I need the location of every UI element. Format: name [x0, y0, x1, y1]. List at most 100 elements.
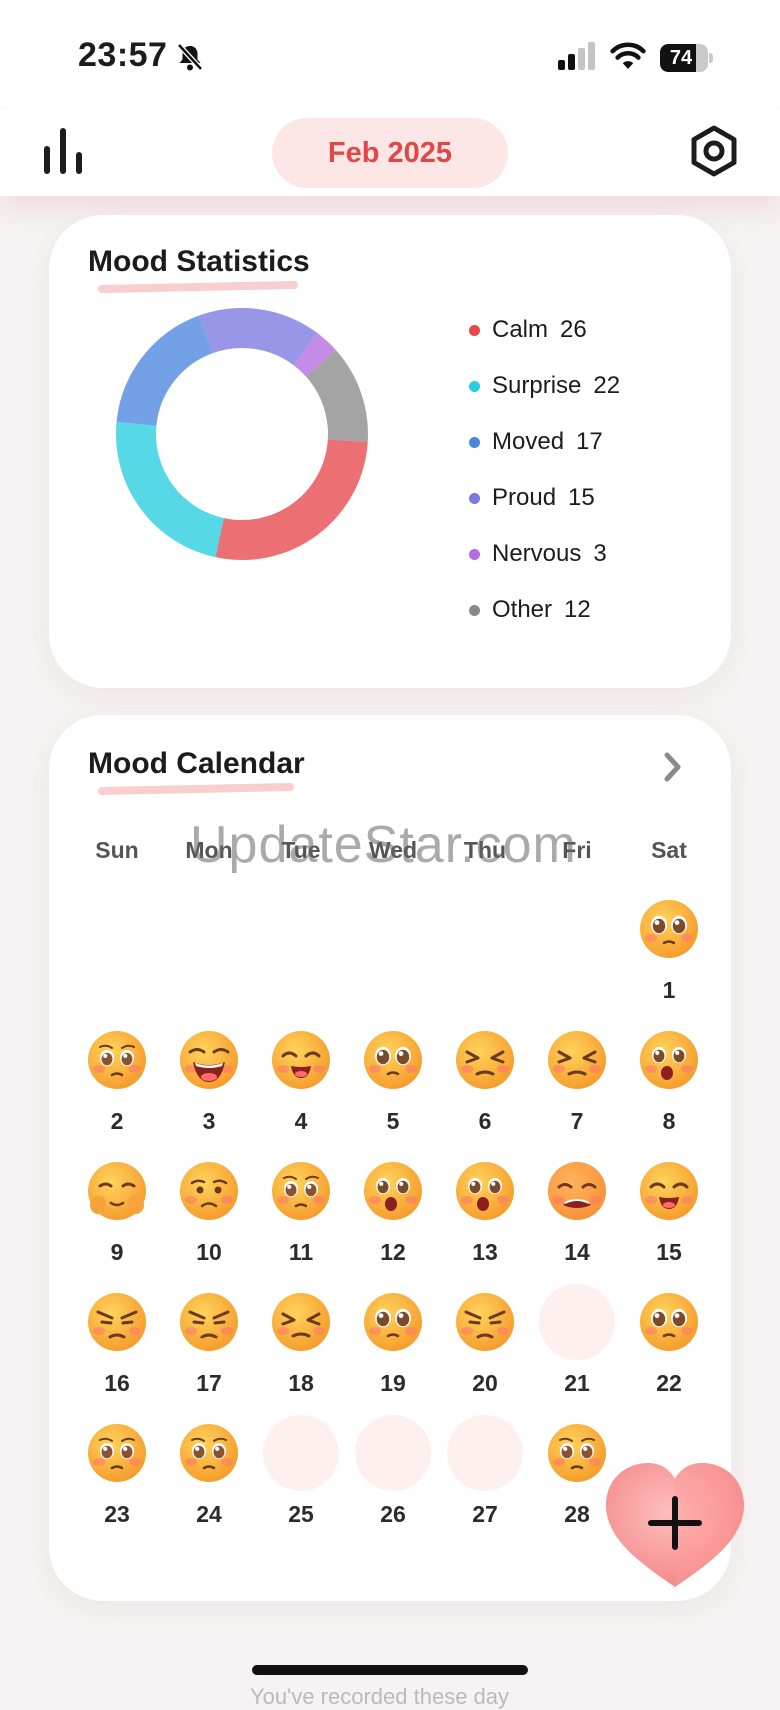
settings-icon[interactable]: [688, 125, 740, 177]
legend-label: Moved: [492, 428, 565, 455]
legend-count: 12: [564, 596, 591, 623]
title-underline: [97, 280, 299, 294]
calendar-day[interactable]: 4: [255, 1028, 347, 1148]
calendar-day[interactable]: 10: [163, 1159, 255, 1279]
legend-count: 17: [576, 428, 603, 455]
legend-dot: [469, 324, 480, 336]
calendar-day[interactable]: 15: [623, 1159, 715, 1279]
day-number: 19: [380, 1370, 406, 1396]
day-number: 10: [196, 1239, 222, 1265]
legend-dot: [469, 604, 480, 616]
hopeful-face-icon: [640, 1293, 698, 1351]
day-number: 25: [288, 1501, 314, 1527]
calendar-day[interactable]: 6: [439, 1028, 531, 1148]
status-time: 23:57: [78, 36, 168, 74]
shy-face-icon: [88, 1162, 146, 1220]
angry-face-icon: [180, 1293, 238, 1351]
day-number: 12: [380, 1239, 406, 1265]
calendar-day[interactable]: 19: [347, 1290, 439, 1410]
day-number: 4: [294, 1108, 308, 1134]
chevron-right-icon[interactable]: [657, 749, 687, 785]
heart-plus-icon[interactable]: [600, 1455, 750, 1595]
legend-item: Calm 26: [469, 302, 620, 358]
laughing-face-icon: [180, 1031, 238, 1089]
calendar-day[interactable]: 12: [347, 1159, 439, 1279]
teary-face-icon: [88, 1424, 146, 1482]
empty-day-placeholder: [539, 1284, 615, 1360]
battery-indicator: 74: [660, 44, 713, 72]
teary-face-icon: [272, 1162, 330, 1220]
calendar-day[interactable]: 20: [439, 1290, 531, 1410]
day-number: 21: [564, 1370, 590, 1396]
bottom-hint-text: You've recorded these day: [250, 1684, 510, 1709]
surprised-face-icon: [456, 1162, 514, 1220]
calendar-day[interactable]: 11: [255, 1159, 347, 1279]
legend-count: 26: [560, 316, 587, 343]
calendar-day[interactable]: 23: [71, 1421, 163, 1541]
legend-item: Surprise 22: [469, 358, 620, 414]
day-number: 24: [196, 1501, 222, 1527]
day-number: 27: [472, 1501, 498, 1527]
mood-statistics-title-text: Mood Statistics: [88, 245, 310, 278]
legend-dot: [469, 436, 480, 448]
day-number: 20: [472, 1370, 498, 1396]
legend-item: Moved 17: [469, 414, 620, 470]
month-selector[interactable]: Feb 2025: [272, 118, 508, 188]
mood-donut-chart: [116, 308, 368, 560]
top-nav: Feb 2025: [0, 110, 780, 196]
calendar-day[interactable]: 2: [71, 1028, 163, 1148]
day-number: 18: [288, 1370, 314, 1396]
day-number: 2: [110, 1108, 124, 1134]
calendar-day[interactable]: 9: [71, 1159, 163, 1279]
calendar-day[interactable]: 13: [439, 1159, 531, 1279]
donut-slice-moved: [116, 315, 214, 427]
calendar-day[interactable]: 24: [163, 1421, 255, 1541]
day-number: 11: [288, 1239, 314, 1265]
legend-label: Other: [492, 596, 553, 623]
calendar-day[interactable]: 14: [531, 1159, 623, 1279]
sad-face-icon: [180, 1162, 238, 1220]
bar-chart-icon[interactable]: [40, 126, 88, 176]
squint-face-icon: [548, 1031, 606, 1089]
empty-day-placeholder: [263, 1415, 339, 1491]
legend-count: 22: [593, 372, 621, 399]
calendar-day[interactable]: 8: [623, 1028, 715, 1148]
legend-count: 15: [568, 484, 595, 511]
calendar-day[interactable]: 25: [255, 1415, 347, 1541]
calendar-day[interactable]: 3: [163, 1028, 255, 1148]
squint-face-icon: [456, 1031, 514, 1089]
happy-face-icon: [272, 1031, 330, 1089]
calendar-day[interactable]: 18: [255, 1290, 347, 1410]
legend-label: Calm: [492, 316, 549, 343]
calendar-day[interactable]: 5: [347, 1028, 439, 1148]
hopeful-face-icon: [364, 1031, 422, 1089]
day-number: 9: [110, 1239, 124, 1265]
mood-legend: Calm 26 Surprise 22 Moved 17 Proud 15 Nervous 3 Ot…: [469, 302, 620, 638]
day-number: 5: [386, 1108, 400, 1134]
legend-dot: [469, 548, 480, 560]
day-number: 3: [202, 1108, 216, 1134]
mood-statistics-card[interactable]: Mood Statistics Calm 26 Surprise 22 Moved 17 P…: [49, 215, 731, 688]
weekday-header: Sun Mon Tue Wed Thu Fri Sat: [71, 837, 715, 877]
day-number: 13: [472, 1239, 498, 1265]
day-number: 16: [104, 1370, 130, 1396]
angry-face-icon: [456, 1293, 514, 1351]
day-number: 1: [662, 977, 676, 1003]
calendar-day[interactable]: 21: [531, 1284, 623, 1410]
hopeful-face-icon: [364, 1293, 422, 1351]
calendar-day[interactable]: 22: [623, 1290, 715, 1410]
day-number: 17: [196, 1370, 222, 1396]
day-number: 8: [662, 1108, 676, 1134]
status-bar: 23:57 74: [0, 0, 780, 110]
calendar-day[interactable]: 7: [531, 1028, 623, 1148]
squint-face-icon: [272, 1293, 330, 1351]
calendar-day[interactable]: 26: [347, 1415, 439, 1541]
legend-dot: [469, 380, 480, 392]
empty-day-placeholder: [355, 1415, 431, 1491]
calendar-day[interactable]: 1: [623, 897, 715, 1017]
calendar-day[interactable]: 17: [163, 1290, 255, 1410]
calendar-day[interactable]: 16: [71, 1290, 163, 1410]
happy-face-icon: [640, 1162, 698, 1220]
legend-label: Proud: [492, 484, 557, 511]
calendar-day[interactable]: 27: [439, 1415, 531, 1541]
